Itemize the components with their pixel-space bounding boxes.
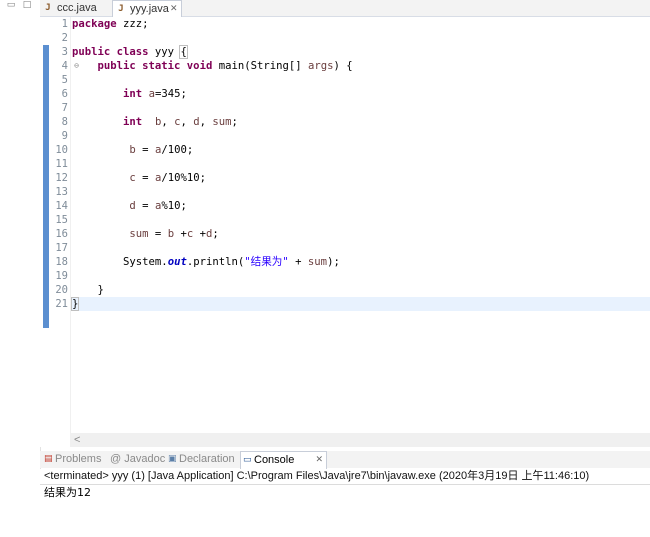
problems-icon: ▤: [44, 454, 53, 464]
line-number: 2: [61, 32, 68, 44]
views-tab-bar: ▤ Problems @ Javadoc ▣ Declaration ▭ Con…: [40, 451, 650, 469]
tab-label: ccc.java: [57, 2, 97, 14]
line-number: 1: [61, 18, 68, 30]
editor-tab-bar: J ccc.java J yyy.java ✕: [40, 0, 650, 17]
java-file-icon: J: [45, 3, 51, 13]
line-number-gutter: 1 2 3 4 ⊖ 5 6 7 8 9 10 11 12 13 14 15 16 …: [49, 17, 79, 311]
declaration-icon: ▣: [168, 454, 177, 464]
code-line: System.out.println("结果为" + sum);: [123, 256, 340, 268]
tab-declaration[interactable]: ▣ Declaration: [166, 451, 235, 468]
tab-yyy-java[interactable]: J yyy.java ✕: [112, 0, 182, 17]
java-file-icon: J: [118, 4, 124, 14]
code-line: int a=345;: [123, 88, 187, 100]
line-number: 6: [61, 88, 68, 100]
line-number: 5: [61, 74, 68, 86]
line-number: 18: [55, 256, 68, 268]
console-view[interactable]: <terminated> yyy (1) [Java Application] …: [40, 469, 650, 537]
line-number: 4 ⊖: [61, 60, 79, 72]
line-number: 3: [61, 46, 68, 58]
line-number: 8: [61, 116, 68, 128]
text-caret: [78, 298, 80, 310]
maximize-icon[interactable]: □: [22, 1, 32, 10]
line-number: 7: [61, 102, 68, 114]
horizontal-scrollbar[interactable]: <: [70, 433, 650, 447]
line-number: 14: [55, 200, 68, 212]
minimize-icon[interactable]: ▭: [6, 1, 16, 10]
code-line: d = a%10;: [129, 200, 187, 212]
close-icon[interactable]: ✕: [170, 1, 178, 17]
tab-label: yyy.java: [130, 3, 169, 15]
line-number: 12: [55, 172, 68, 184]
code-area[interactable]: package zzz; public class yyy { public s…: [70, 17, 650, 311]
code-line: sum = b +c +d;: [129, 228, 219, 240]
code-line: }: [97, 284, 104, 296]
code-line: c = a/10%10;: [129, 172, 206, 184]
close-icon[interactable]: ✕: [315, 452, 323, 469]
line-number: 17: [55, 242, 68, 254]
code-line: public class yyy {: [72, 45, 188, 59]
line-number: 11: [55, 158, 68, 170]
code-line: package zzz;: [72, 18, 149, 30]
line-number: 15: [55, 214, 68, 226]
code-line: int b, c, d, sum;: [123, 116, 238, 128]
console-icon: ▭: [243, 455, 252, 465]
code-line: public static void main(String[] args) {: [97, 60, 353, 72]
tab-ccc-java[interactable]: J ccc.java: [40, 0, 110, 16]
line-number: 20: [55, 284, 68, 296]
console-status: <terminated> yyy (1) [Java Application] …: [40, 469, 650, 485]
console-output: 结果为12: [44, 486, 91, 499]
tab-problems[interactable]: ▤ Problems: [42, 451, 101, 468]
line-number: 16: [55, 228, 68, 240]
code-line: b = a/100;: [129, 144, 194, 156]
line-number: 21: [55, 298, 68, 310]
left-trim-strip: ▭ □: [0, 0, 41, 537]
tab-javadoc[interactable]: @ Javadoc: [108, 451, 165, 468]
line-number: 13: [55, 186, 68, 198]
scroll-left-icon[interactable]: <: [74, 433, 80, 447]
code-editor[interactable]: 1 2 3 4 ⊖ 5 6 7 8 9 10 11 12 13 14 15 16 …: [40, 17, 650, 447]
matching-brace: {: [179, 45, 188, 59]
current-line: }: [70, 297, 650, 311]
line-number: 9: [61, 130, 68, 142]
tab-console[interactable]: ▭ Console ✕: [240, 451, 327, 469]
line-number: 19: [55, 270, 68, 282]
line-number: 10: [55, 144, 68, 156]
